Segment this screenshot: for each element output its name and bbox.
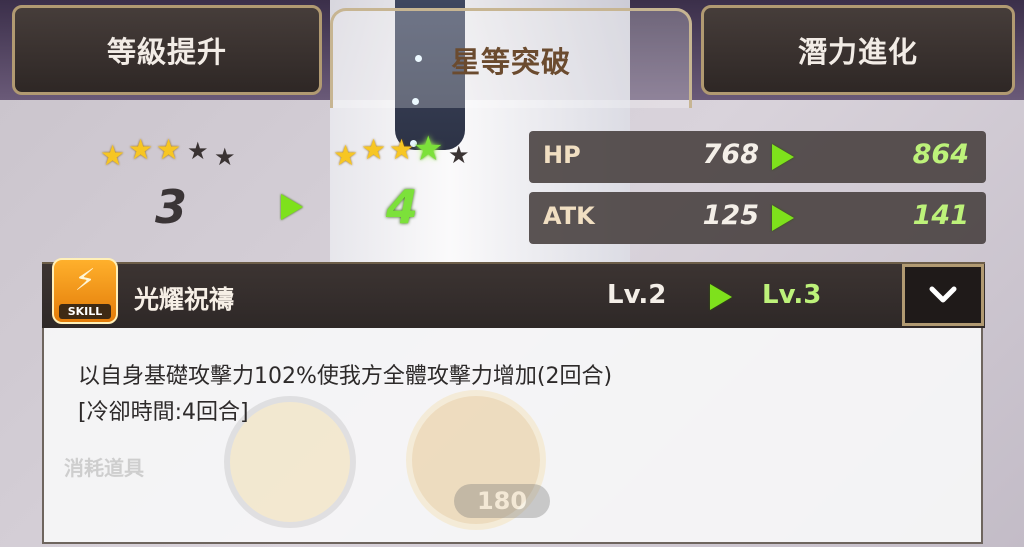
star-empty-icon: ★ xyxy=(187,137,209,165)
next-star-rating: ★ ★ ★ ★ ★ xyxy=(333,132,483,172)
skill-description-panel[interactable]: 消耗道具 180 以自身基礎攻擊力102%使我方全體攻擊力增加(2回合) [冷卻… xyxy=(42,326,983,544)
stat-old-value: 125 xyxy=(702,200,759,231)
star-filled-icon: ★ xyxy=(361,133,387,166)
stat-old-value: 768 xyxy=(702,139,759,170)
tab-label: 等級提升 xyxy=(106,35,227,69)
star-filled-icon: ★ xyxy=(389,133,415,166)
arrow-right-icon xyxy=(710,284,732,310)
skill-description: 以自身基礎攻擊力102%使我方全體攻擊力增加(2回合) xyxy=(78,364,613,389)
skill-cooldown: [冷卻時間:4回合] xyxy=(78,400,249,425)
stat-label: HP xyxy=(543,141,581,169)
arrow-right-icon xyxy=(772,144,794,170)
stat-new-value: 864 xyxy=(912,139,969,170)
star-filled-icon: ★ xyxy=(156,133,182,166)
tab-potential-evolution[interactable]: 潛力進化 xyxy=(701,5,1015,95)
current-star-rating: ★ ★ ★ ★ ★ xyxy=(100,136,250,176)
star-new-icon: ★ xyxy=(413,129,444,169)
star-filled-icon: ★ xyxy=(128,133,154,166)
tab-label: 星等突破 xyxy=(450,44,571,79)
skill-level-old: Lv.2 xyxy=(607,280,667,310)
skill-level-new: Lv.3 xyxy=(762,280,822,310)
skill-tag: SKILL xyxy=(59,304,111,319)
next-star-number: 4 xyxy=(386,180,419,234)
tab-label: 潛力進化 xyxy=(797,35,918,69)
stat-new-value: 141 xyxy=(912,200,969,231)
current-star-number: 3 xyxy=(155,180,188,234)
skill-header: ⚡ SKILL 光耀祝禱 Lv.2 Lv.3 xyxy=(42,258,985,328)
skill-icon: ⚡ SKILL xyxy=(52,258,118,324)
arrow-right-icon xyxy=(772,205,794,231)
stat-label: ATK xyxy=(543,202,595,230)
arrow-right-icon xyxy=(281,194,303,220)
star-filled-icon: ★ xyxy=(100,139,126,172)
stat-row-hp: HP 768 864 xyxy=(529,131,986,183)
skill-name: 光耀祝禱 xyxy=(134,285,235,314)
consumables-label: 消耗道具 xyxy=(64,456,144,480)
stat-row-atk: ATK 125 141 xyxy=(529,192,986,244)
star-empty-icon: ★ xyxy=(214,143,236,171)
star-empty-icon: ★ xyxy=(448,141,470,169)
tab-star-breakthrough[interactable]: 星等突破 xyxy=(330,8,692,108)
chevron-down-icon xyxy=(929,286,957,303)
tab-level-up[interactable]: 等級提升 xyxy=(12,5,322,95)
star-filled-icon: ★ xyxy=(333,139,359,172)
skill-emblem-icon: ⚡ xyxy=(74,263,96,298)
item-count-badge: 180 xyxy=(454,484,550,518)
expand-skill-button[interactable] xyxy=(902,264,984,326)
